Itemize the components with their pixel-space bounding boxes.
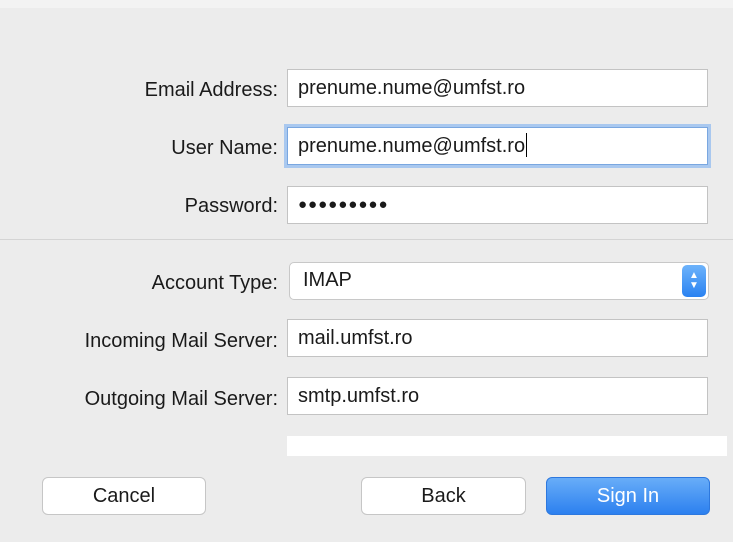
email-address-label: Email Address: <box>144 79 278 101</box>
password-label: Password: <box>184 195 278 217</box>
user-name-label: User Name: <box>171 137 278 159</box>
up-down-chevron-icon[interactable]: ▲ ▼ <box>682 265 706 297</box>
incoming-mail-server-value: mail.umfst.ro <box>298 327 413 349</box>
password-field[interactable]: ●●●●●●●●● <box>287 186 708 224</box>
outgoing-mail-server-value: smtp.umfst.ro <box>298 385 420 407</box>
window-top-edge <box>0 0 733 8</box>
user-name-field[interactable]: prenume.nume@umfst.ro <box>287 127 708 165</box>
blank-status-area <box>287 436 727 456</box>
outgoing-mail-server-field[interactable]: smtp.umfst.ro <box>287 377 708 415</box>
password-masked-value: ●●●●●●●●● <box>298 196 389 213</box>
incoming-mail-server-field[interactable]: mail.umfst.ro <box>287 319 708 357</box>
account-type-select[interactable]: IMAP ▲ ▼ <box>289 262 709 300</box>
sign-in-button[interactable]: Sign In <box>546 477 710 515</box>
email-address-value: prenume.nume@umfst.ro <box>298 77 526 99</box>
account-type-label: Account Type: <box>151 272 278 294</box>
outgoing-mail-server-label: Outgoing Mail Server: <box>84 388 278 410</box>
back-button[interactable]: Back <box>361 477 526 515</box>
email-address-field[interactable]: prenume.nume@umfst.ro <box>287 69 708 107</box>
cancel-button[interactable]: Cancel <box>42 477 206 515</box>
section-divider <box>0 239 733 240</box>
text-caret <box>526 133 528 157</box>
user-name-value: prenume.nume@umfst.ro <box>298 135 526 157</box>
account-type-value: IMAP <box>303 269 352 291</box>
incoming-mail-server-label: Incoming Mail Server: <box>84 330 278 352</box>
